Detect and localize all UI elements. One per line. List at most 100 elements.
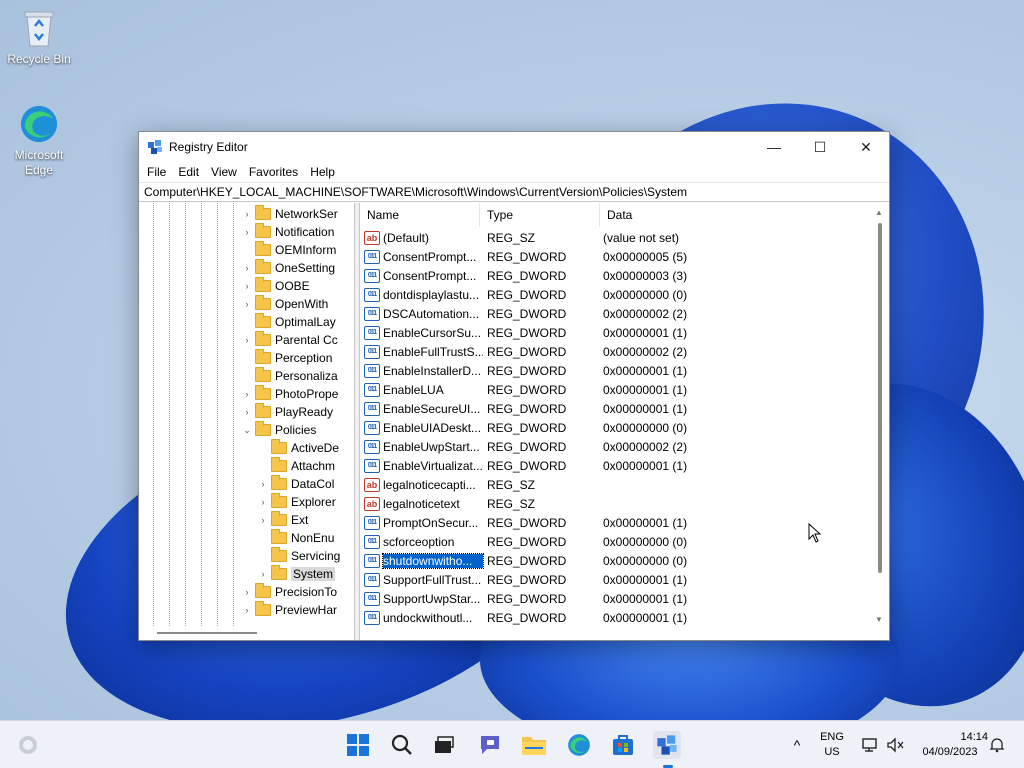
registry-editor-taskbar-icon[interactable]	[653, 731, 681, 759]
tree-item[interactable]: › System	[257, 565, 336, 583]
scroll-down-arrow-icon[interactable]: ▼	[875, 615, 883, 624]
value-row[interactable]: 011 SupportFullTrust... REG_DWORD 0x0000000…	[364, 570, 803, 589]
menu-help[interactable]: Help	[304, 165, 341, 179]
tree-item[interactable]: › OneSetting	[241, 259, 335, 277]
tree-item[interactable]: › OpenWith	[241, 295, 328, 313]
start-button-icon[interactable]	[344, 731, 372, 759]
volume-muted-icon[interactable]	[884, 721, 906, 768]
edge-taskbar-icon[interactable]	[565, 731, 593, 759]
tree-item[interactable]: › Notification	[241, 223, 334, 241]
menu-favorites[interactable]: Favorites	[243, 165, 304, 179]
scroll-up-arrow-icon[interactable]: ▲	[875, 208, 883, 217]
value-row[interactable]: 011 scforceoption REG_DWORD 0x00000000 (0)	[364, 532, 803, 551]
expand-chevron-icon[interactable]: ›	[241, 299, 253, 309]
tree-item[interactable]: Servicing	[257, 547, 340, 565]
expand-chevron-icon[interactable]: ›	[241, 407, 253, 417]
expand-chevron-icon[interactable]: ›	[241, 263, 253, 273]
tree-item[interactable]: › Explorer	[257, 493, 336, 511]
maximize-button[interactable]: ☐	[797, 132, 843, 162]
value-name: legalnoticecapti...	[383, 477, 476, 492]
values-pane[interactable]: Name Type Data ab (Default) REG_SZ (value n…	[359, 203, 889, 640]
value-row[interactable]: 011 DSCAutomation... REG_DWORD 0x00000002 (…	[364, 304, 803, 323]
value-row[interactable]: 011 EnableFullTrustS... REG_DWORD 0x0000000…	[364, 342, 803, 361]
address-bar[interactable]: Computer\HKEY_LOCAL_MACHINE\SOFTWARE\Mic…	[139, 182, 889, 202]
value-row[interactable]: 011 EnableInstallerD... REG_DWORD 0x0000000…	[364, 361, 803, 380]
tree-item[interactable]: › PrecisionTo	[241, 583, 337, 601]
value-row[interactable]: 011 dontdisplaylastu... REG_DWORD 0x0000000…	[364, 285, 803, 304]
desktop-icon-recycle-bin[interactable]: Recycle Bin	[4, 8, 74, 66]
close-button[interactable]: ✕	[843, 132, 889, 162]
value-row[interactable]: 011 ConsentPrompt... REG_DWORD 0x00000003 (…	[364, 266, 803, 285]
value-row[interactable]: 011 EnableCursorSu... REG_DWORD 0x00000001 …	[364, 323, 803, 342]
expand-chevron-icon[interactable]: ›	[241, 209, 253, 219]
menu-view[interactable]: View	[205, 165, 243, 179]
expand-chevron-icon[interactable]: ›	[257, 479, 269, 489]
value-row[interactable]: ab legalnoticecapti... REG_SZ	[364, 475, 803, 494]
tree-item[interactable]: ⌄ Policies	[241, 421, 316, 439]
chat-icon[interactable]	[476, 731, 504, 759]
values-vertical-scrollbar[interactable]: ▲ ▼	[871, 203, 889, 626]
value-row[interactable]: 011 shutdownwitho... REG_DWORD 0x00000000 (…	[364, 551, 803, 570]
value-row[interactable]: 011 PromptOnSecur... REG_DWORD 0x00000001 (…	[364, 513, 803, 532]
expand-chevron-icon[interactable]: ›	[241, 587, 253, 597]
column-name-header[interactable]: Name	[360, 203, 480, 227]
tree-item[interactable]: › OOBE	[241, 277, 310, 295]
menu-file[interactable]: File	[141, 165, 172, 179]
expand-chevron-icon[interactable]: ›	[241, 281, 253, 291]
expand-chevron-icon[interactable]: ›	[241, 605, 253, 615]
show-hidden-icons-button[interactable]: ^	[786, 721, 808, 768]
value-row[interactable]: 011 undockwithoutl... REG_DWORD 0x00000001 …	[364, 608, 803, 627]
collapse-chevron-icon[interactable]: ⌄	[241, 425, 253, 436]
tree-item[interactable]: NonEnu	[257, 529, 334, 547]
value-row[interactable]: 011 EnableVirtualizat... REG_DWORD 0x000000…	[364, 456, 803, 475]
title-bar[interactable]: Registry Editor — ☐ ✕	[139, 132, 889, 162]
tree-item[interactable]: Perception	[241, 349, 332, 367]
tree-item[interactable]: Personaliza	[241, 367, 338, 385]
notifications-icon[interactable]	[986, 721, 1008, 768]
tree-item[interactable]: Attachm	[257, 457, 335, 475]
value-row[interactable]: ab legalnoticetext REG_SZ	[364, 494, 803, 513]
value-row[interactable]: 011 ConsentPrompt... REG_DWORD 0x00000005 (…	[364, 247, 803, 266]
network-icon[interactable]	[858, 721, 882, 768]
expand-chevron-icon[interactable]: ›	[257, 497, 269, 507]
value-data: 0x00000000 (0)	[603, 534, 688, 549]
scrollbar-thumb[interactable]	[157, 632, 257, 634]
language-indicator[interactable]: ENG US	[814, 721, 850, 768]
tree-item[interactable]: › Ext	[257, 511, 308, 529]
tree-item[interactable]: ActiveDe	[257, 439, 339, 457]
value-row[interactable]: 011 EnableLUA REG_DWORD 0x00000001 (1)	[364, 380, 803, 399]
clock[interactable]: 14:14 04/09/2023	[912, 721, 988, 768]
tree-horizontal-scrollbar[interactable]	[139, 626, 354, 640]
file-explorer-icon[interactable]	[520, 731, 548, 759]
value-row[interactable]: 011 EnableSecureUI... REG_DWORD 0x00000001 …	[364, 399, 803, 418]
value-row[interactable]: 011 EnableUIADeskt... REG_DWORD 0x00000000 …	[364, 418, 803, 437]
tree-item[interactable]: OEMInform	[241, 241, 336, 259]
expand-chevron-icon[interactable]: ›	[257, 515, 269, 525]
tree-item[interactable]: › PlayReady	[241, 403, 333, 421]
expand-chevron-icon[interactable]: ›	[257, 569, 269, 579]
column-data-header[interactable]: Data	[600, 203, 870, 227]
weather-widget-icon[interactable]	[14, 731, 42, 759]
expand-chevron-icon[interactable]: ›	[241, 335, 253, 345]
menu-edit[interactable]: Edit	[172, 165, 205, 179]
column-type-header[interactable]: Type	[480, 203, 600, 227]
value-row[interactable]: ab (Default) REG_SZ (value not set)	[364, 228, 803, 247]
tree-item[interactable]: › Parental Cc	[241, 331, 338, 349]
tree-item[interactable]: › NetworkSer	[241, 205, 338, 223]
values-horizontal-scrollbar[interactable]	[360, 626, 889, 640]
search-icon[interactable]	[388, 731, 416, 759]
tree-item[interactable]: › PhotoPrope	[241, 385, 338, 403]
key-tree-pane[interactable]: › NetworkSer › Notification OEMInform › OneSet…	[139, 203, 355, 640]
task-view-icon[interactable]	[430, 731, 458, 759]
expand-chevron-icon[interactable]: ›	[241, 227, 253, 237]
tree-item[interactable]: OptimalLay	[241, 313, 336, 331]
store-icon[interactable]	[609, 731, 637, 759]
value-row[interactable]: 011 EnableUwpStart... REG_DWORD 0x00000002 …	[364, 437, 803, 456]
value-row[interactable]: 011 SupportUwpStar... REG_DWORD 0x00000001 …	[364, 589, 803, 608]
tree-item[interactable]: › PreviewHar	[241, 601, 337, 619]
desktop-icon-edge[interactable]: Microsoft Edge	[4, 104, 74, 178]
minimize-button[interactable]: —	[751, 132, 797, 162]
expand-chevron-icon[interactable]: ›	[241, 389, 253, 399]
scrollbar-thumb[interactable]	[878, 223, 882, 573]
tree-item[interactable]: › DataCol	[257, 475, 334, 493]
